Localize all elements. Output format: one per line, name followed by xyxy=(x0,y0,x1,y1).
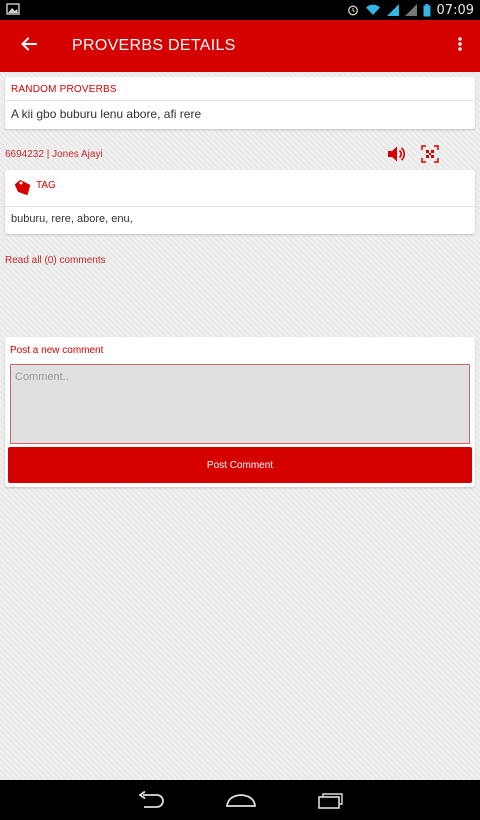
post-comment-header: Post a new comment xyxy=(10,345,104,356)
random-proverbs-header: RANDOM PROVERBS xyxy=(5,77,475,101)
comment-input[interactable]: Comment.. xyxy=(10,364,470,444)
alarm-icon xyxy=(347,4,359,16)
tag-card: TAG buburu, rere, abore, enu, xyxy=(5,170,475,234)
status-clock: 07:09 xyxy=(436,2,474,18)
post-comment-button[interactable]: Post Comment xyxy=(8,447,472,483)
tag-label: TAG xyxy=(36,180,56,191)
signal-icon xyxy=(386,4,399,16)
content-area: RANDOM PROVERBS A kii gbo buburu lenu ab… xyxy=(0,72,480,780)
image-notification-icon xyxy=(6,2,20,18)
status-bar: 07:09 xyxy=(0,0,480,20)
read-all-comments-link[interactable]: Read all (0) comments xyxy=(5,255,106,266)
recent-apps-nav-icon[interactable] xyxy=(317,791,345,809)
tag-header: TAG xyxy=(5,170,475,207)
battery-icon xyxy=(423,3,431,17)
back-button[interactable] xyxy=(0,20,58,72)
arrow-left-icon xyxy=(21,36,37,56)
app-bar: PROVERBS DETAILS xyxy=(0,20,480,72)
random-proverb-card: RANDOM PROVERBS A kii gbo buburu lenu ab… xyxy=(5,77,475,129)
more-vert-icon xyxy=(458,36,462,56)
signal-secondary-icon xyxy=(404,4,417,16)
home-nav-icon[interactable] xyxy=(225,792,257,808)
proverb-meta-row: 6694232 | Jones Ajayi xyxy=(5,144,475,164)
proverb-meta-info: 6694232 | Jones Ajayi xyxy=(5,148,103,160)
wifi-icon xyxy=(365,4,381,16)
tag-list: buburu, rere, abore, enu, xyxy=(11,213,133,225)
speaker-icon[interactable] xyxy=(387,145,407,163)
system-nav-bar xyxy=(0,780,480,820)
page-title: PROVERBS DETAILS xyxy=(72,37,236,54)
tag-icon xyxy=(14,178,33,203)
proverb-text: A kii gbo buburu lenu abore, afi rere xyxy=(11,107,202,121)
post-comment-card: Post a new comment Comment.. Post Commen… xyxy=(5,337,475,487)
back-nav-icon[interactable] xyxy=(135,791,165,809)
overflow-menu-button[interactable] xyxy=(440,20,480,72)
qr-scan-icon[interactable] xyxy=(421,145,439,163)
